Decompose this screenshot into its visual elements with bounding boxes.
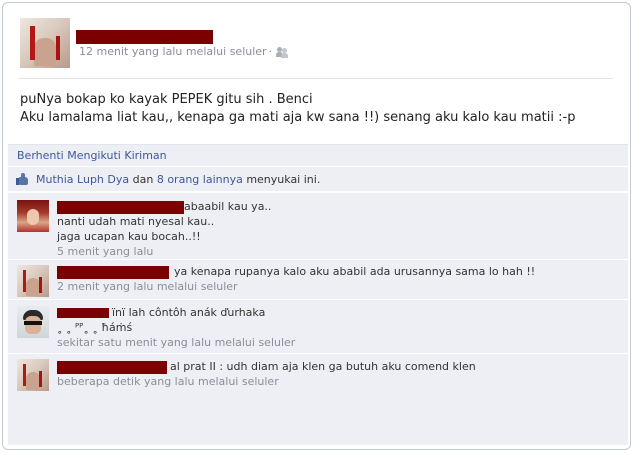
redacted-commenter-name[interactable] bbox=[57, 360, 167, 374]
poster-avatar[interactable] bbox=[20, 18, 70, 68]
post-timestamp[interactable]: 12 menit yang lalu melalui seluler bbox=[79, 45, 267, 58]
meta-separator: · bbox=[268, 45, 273, 58]
comment-item: al prat II : udh diam aja klen ga butuh … bbox=[8, 353, 628, 395]
redacted-commenter-name[interactable] bbox=[57, 265, 169, 279]
other-likers-link[interactable]: 8 orang lainnya bbox=[157, 173, 243, 186]
post-message: puNya bokap ko kayak PEPEK gitu sih . Be… bbox=[20, 91, 575, 127]
post-meta: 12 menit yang lalu melalui seluler · bbox=[79, 45, 289, 58]
redacted-commenter-name[interactable] bbox=[57, 200, 184, 214]
comment-text: ˳ ˳ ᴾᴾ˳ ˳ ħáṁś bbox=[57, 321, 133, 334]
comment-item: ya kenapa rupanya kalo aku ababil ada ur… bbox=[8, 259, 628, 299]
comment-timestamp[interactable]: sekitar satu menit yang lalu melalui sel… bbox=[57, 335, 295, 350]
commenter-avatar[interactable] bbox=[17, 200, 49, 232]
comment-timestamp[interactable]: beberapa detik yang lalu melalui seluler bbox=[57, 374, 476, 389]
comments-footer-area bbox=[8, 395, 628, 445]
commenter-avatar[interactable] bbox=[17, 306, 49, 338]
redacted-commenter-name[interactable] bbox=[57, 308, 109, 318]
comment-text: abaabil kau ya.. bbox=[184, 200, 272, 213]
comment-text: jaga ucapan kau bocah..!! bbox=[57, 230, 201, 243]
comment-text: ïnï lah côntôh anák ďurhaka bbox=[112, 306, 266, 319]
post-actions-bar: Berhenti Mengikuti Kiriman bbox=[8, 144, 628, 166]
comment-text: ya kenapa rupanya kalo aku ababil ada ur… bbox=[174, 265, 536, 278]
friends-audience-icon[interactable] bbox=[276, 46, 289, 58]
comment-text: nanti udah mati nyesal kau.. bbox=[57, 215, 215, 228]
unfollow-post-link[interactable]: Berhenti Mengikuti Kiriman bbox=[17, 149, 167, 162]
post-divider bbox=[18, 78, 613, 79]
comment-timestamp[interactable]: 2 menit yang lalu melalui seluler bbox=[57, 279, 535, 294]
thumbs-up-icon bbox=[16, 173, 29, 185]
commenter-avatar[interactable] bbox=[17, 359, 49, 391]
liker-name-link[interactable]: Muthia Luph Dya bbox=[36, 173, 129, 186]
comment-timestamp[interactable]: 5 menit yang lalu bbox=[57, 244, 271, 259]
comment-text: al prat II : udh diam aja klen ga butuh … bbox=[170, 360, 476, 373]
comment-item: ïnï lah côntôh anák ďurhaka ˳ ˳ ᴾᴾ˳ ˳ ħá… bbox=[8, 299, 628, 353]
likes-summary: Muthia Luph Dya dan 8 orang lainnya meny… bbox=[8, 167, 628, 191]
comment-item: abaabil kau ya.. nanti udah mati nyesal … bbox=[8, 192, 628, 259]
post-line: Aku lamalama liat kau,, kenapa ga mati a… bbox=[20, 110, 576, 125]
likes-and-text: dan bbox=[129, 173, 157, 186]
likes-suffix-text: menyukai ini. bbox=[242, 173, 321, 186]
post-line: puNya bokap ko kayak PEPEK gitu sih . Be… bbox=[20, 92, 313, 107]
redacted-author-name[interactable] bbox=[76, 30, 213, 44]
commenter-avatar[interactable] bbox=[17, 265, 49, 297]
